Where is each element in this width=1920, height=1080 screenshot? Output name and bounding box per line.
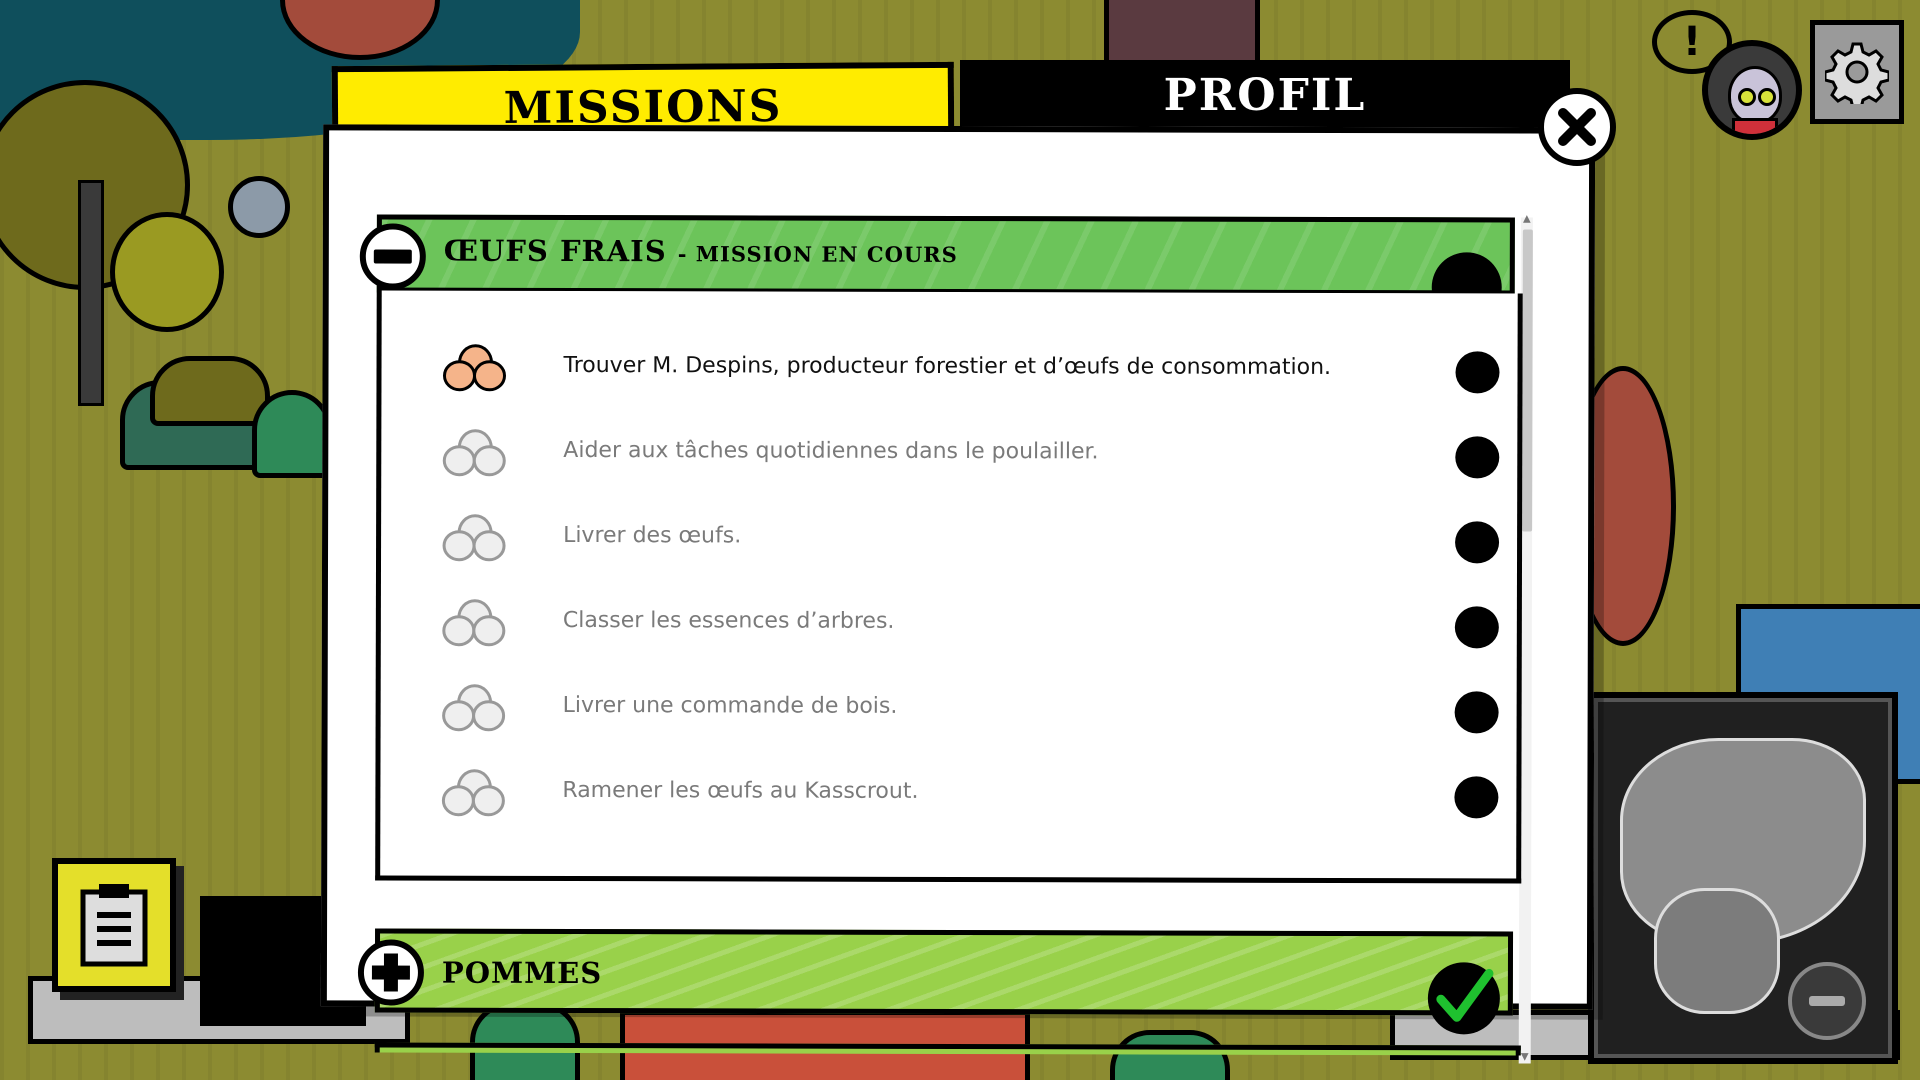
avatar-eye <box>1758 88 1776 106</box>
missions-sheet: ▲ ▼ ŒUFS FRAIS - MISSION EN COURS Trouve… <box>320 124 1596 1064</box>
bush <box>1110 1030 1230 1080</box>
scroll-down-arrow[interactable]: ▼ <box>1520 1051 1530 1062</box>
bush <box>150 356 270 426</box>
check-icon <box>1436 968 1494 1022</box>
egg-icon <box>442 344 506 392</box>
close-button[interactable] <box>1538 88 1616 166</box>
expand-button[interactable] <box>357 939 425 1006</box>
mission-name: POMMES <box>441 955 603 991</box>
minus-icon <box>1809 996 1845 1006</box>
tab-profil[interactable]: PROFIL <box>960 60 1570 130</box>
notes-icon <box>80 884 148 967</box>
mission-title: ŒUFS FRAIS - MISSION EN COURS <box>444 234 958 269</box>
minus-icon <box>373 249 412 264</box>
missions-panel: MISSIONS PROFIL ▲ ▼ ŒUFS FRAIS - MISSION… <box>320 56 1616 1064</box>
gear-icon <box>1825 42 1889 104</box>
bush <box>470 1002 580 1080</box>
notes-button[interactable] <box>52 858 176 992</box>
task-status-dot <box>1454 606 1499 649</box>
task-status-dot <box>1455 521 1500 564</box>
egg-icon <box>442 599 506 647</box>
tree-trunk <box>78 180 104 406</box>
minimap-land <box>1654 888 1780 1014</box>
egg-icon <box>442 429 506 477</box>
bush <box>252 390 332 478</box>
task-label: Livrer une commande de bois. <box>562 692 898 719</box>
settings-button[interactable] <box>1810 20 1904 124</box>
mission-name: ŒUFS FRAIS <box>443 233 667 269</box>
task-label: Livrer des œufs. <box>563 522 742 549</box>
egg-icon <box>442 514 506 562</box>
task-item: Livrer des œufs. <box>381 508 1517 571</box>
task-item: Classer les essences d’arbres. <box>381 593 1517 656</box>
mission-title: POMMES <box>442 956 602 990</box>
task-label: Aider aux tâches quotidiennes dans le po… <box>563 437 1099 465</box>
task-item: Livrer une commande de bois. <box>381 678 1517 741</box>
egg-icon <box>442 684 506 732</box>
task-item: Ramener les œufs au Kasscrout. <box>380 763 1516 826</box>
task-item: Aider aux tâches quotidiennes dans le po… <box>381 423 1517 486</box>
flower <box>228 176 290 238</box>
task-list: Trouver M. Despins, producteur forestier… <box>375 290 1523 884</box>
task-label: Trouver M. Despins, producteur forestier… <box>563 352 1332 380</box>
task-label: Classer les essences d’arbres. <box>562 607 895 634</box>
mission-header-pommes[interactable]: POMMES <box>357 928 1514 1035</box>
egg-icon <box>441 769 505 817</box>
close-icon <box>1558 108 1596 146</box>
task-item: Trouver M. Despins, producteur forestier… <box>381 338 1517 401</box>
task-status-dot <box>1455 436 1500 479</box>
task-status-dot <box>1455 351 1500 394</box>
task-label: Ramener les œufs au Kasscrout. <box>562 777 919 804</box>
avatar-icon[interactable] <box>1702 40 1802 140</box>
tree-canopy <box>110 212 224 332</box>
scrollbar-thumb[interactable] <box>1522 229 1533 532</box>
mission-status: - MISSION EN COURS <box>677 241 958 267</box>
task-status-dot <box>1454 691 1499 734</box>
plus-icon <box>371 953 410 992</box>
scroll-up-arrow[interactable]: ▲ <box>1522 213 1532 224</box>
collapse-button[interactable] <box>359 223 426 290</box>
mission-complete-badge <box>1427 962 1500 1035</box>
avatar-eye <box>1738 88 1756 106</box>
task-status-dot <box>1454 776 1499 819</box>
zoom-out-button[interactable] <box>1788 962 1866 1040</box>
mission-header-oeufs-frais[interactable]: ŒUFS FRAIS - MISSION EN COURS <box>359 214 1515 323</box>
